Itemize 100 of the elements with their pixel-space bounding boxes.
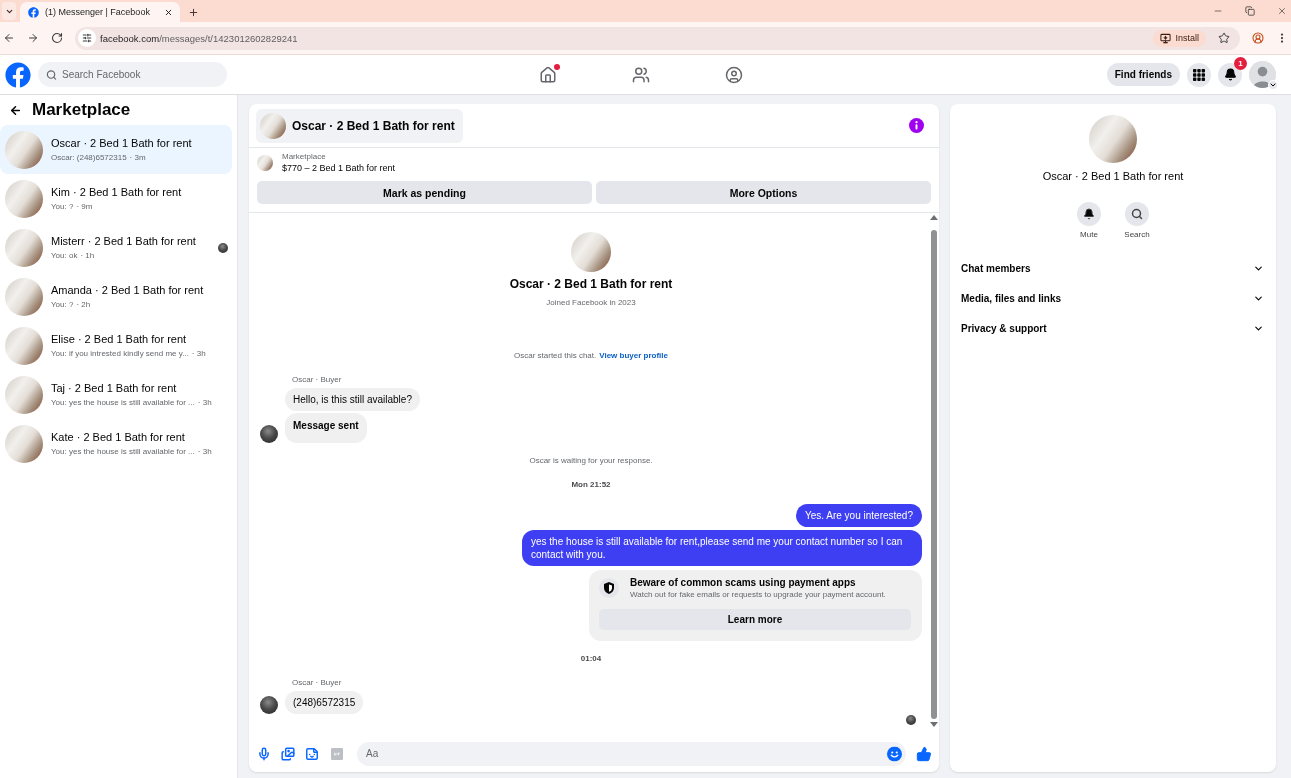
sidebar-title: Marketplace [32, 100, 131, 120]
message-preview: You: ok [51, 249, 78, 262]
message-timestamp: Mon 21:52 [571, 479, 611, 491]
monitor-download-icon [1160, 32, 1172, 44]
listing-photo [5, 326, 43, 365]
search-button[interactable]: Search [1113, 202, 1161, 240]
chat-name: Kate · 2 Bed 1 Bath for rent [51, 429, 185, 444]
message-input[interactable]: Aa [357, 741, 906, 766]
microphone-icon[interactable] [257, 746, 271, 761]
joined-text: Joined Facebook in 2023 [546, 297, 636, 309]
bell-icon [1223, 68, 1237, 81]
chat-name: Amanda · 2 Bed 1 Bath for rent [51, 282, 204, 297]
thumbs-up-icon[interactable] [916, 745, 932, 762]
message-timestamp: 01:04 [580, 653, 602, 665]
photo-icon[interactable] [281, 746, 295, 761]
chevron-down-icon[interactable] [1268, 80, 1278, 90]
menu-button[interactable] [1187, 62, 1211, 87]
shield-icon [599, 578, 619, 598]
notice-title: Beware of common scams using payment apps [630, 576, 856, 589]
message-time: · 3h [191, 347, 206, 360]
chat-list-item[interactable]: Kate · 2 Bed 1 Bath for rent You: yes the house is still available for ... · 3h [0, 419, 232, 468]
plus-icon[interactable] [188, 6, 199, 18]
close-icon[interactable] [164, 7, 173, 17]
sender-label: Oscar · Buyer [292, 374, 342, 386]
listing-photo [5, 228, 43, 267]
listing-photo [571, 232, 611, 272]
message-time: · 1h [80, 249, 95, 262]
find-friends-button[interactable]: Find friends [1106, 63, 1180, 86]
more-options-button[interactable]: More Options [596, 181, 931, 204]
sender-label: Oscar · Buyer [292, 677, 342, 689]
notifications-button[interactable] [1218, 62, 1242, 87]
profile-icon[interactable] [1252, 32, 1264, 44]
incoming-message: (248)6572315 [285, 691, 364, 714]
listing-photo [1089, 115, 1137, 163]
listing-photo [5, 424, 43, 463]
message-preview: Oscar: (248)6572315 [51, 151, 127, 164]
chat-notice: Oscar is waiting for your response. [529, 455, 653, 467]
listing-photo [5, 277, 43, 316]
accordion-row[interactable]: Privacy & support [950, 313, 1276, 343]
message-time: · 9m [76, 200, 93, 213]
facebook-favicon-icon [28, 6, 39, 18]
install-button[interactable]: Install [1153, 29, 1206, 47]
chat-list-item[interactable]: Taj · 2 Bed 1 Bath for rent You: yes the house is still available for ... · 3h [0, 370, 232, 419]
sliders-icon[interactable] [78, 29, 96, 47]
search-field[interactable]: Search Facebook [38, 62, 227, 87]
details-name: Oscar · 2 Bed 1 Bath for rent [1042, 169, 1184, 183]
incoming-message: Message sent [285, 413, 367, 443]
friends-icon[interactable] [631, 65, 650, 84]
chat-list-item[interactable]: Oscar · 2 Bed 1 Bath for rent Oscar: (248)6572315 · 3m [0, 125, 232, 174]
chat-title-button[interactable]: Oscar · 2 Bed 1 Bath for rent [256, 108, 463, 143]
message-time: · 3m [129, 151, 146, 164]
accordion-row[interactable]: Media, files and links [950, 283, 1276, 313]
listing-title: $770 – 2 Bed 1 Bath for rent [282, 162, 396, 174]
url-text: facebook.com/messages/t/1423012602829241 [100, 32, 299, 44]
listing-photo [260, 112, 286, 139]
profile-name: Oscar · 2 Bed 1 Bath for rent [509, 276, 673, 292]
learn-more-button[interactable]: Learn more [599, 609, 911, 630]
chat-list-item[interactable]: Amanda · 2 Bed 1 Bath for rent You: ? · 2h [0, 272, 232, 321]
view-profile-link[interactable]: View buyer profile [599, 351, 668, 360]
emoji-icon[interactable] [887, 746, 902, 761]
incoming-message: Hello, is this still available? [285, 388, 420, 411]
back-arrow-icon[interactable] [9, 103, 22, 117]
scroll-down-icon[interactable] [930, 722, 938, 727]
reload-icon[interactable] [51, 32, 63, 44]
forward-arrow-icon[interactable] [27, 32, 39, 44]
listing-photo [257, 154, 273, 171]
message-time: · 3h [197, 396, 212, 409]
message-preview: You: ? [51, 298, 74, 311]
mark-pending-button[interactable]: Mark as pending [257, 181, 592, 204]
scrollbar-thumb[interactable] [931, 230, 937, 719]
user-circle-icon[interactable] [724, 65, 743, 84]
chat-name: Misterr · 2 Bed 1 Bath for rent [51, 233, 196, 248]
info-icon[interactable] [909, 118, 924, 133]
chat-list-item[interactable]: Elise · 2 Bed 1 Bath for rent You: if you intrested kindly send me y... · 3h [0, 321, 232, 370]
chat-list-item[interactable]: Kim · 2 Bed 1 Bath for rent You: ? · 9m [0, 174, 232, 223]
grid-icon [1193, 68, 1205, 81]
mute-button[interactable]: Mute [1065, 202, 1113, 240]
chat-name: Taj · 2 Bed 1 Bath for rent [51, 380, 177, 395]
message-preview: You: yes the house is still available for ... [51, 396, 195, 409]
browser-tab[interactable]: (1) Messenger | Facebook [20, 2, 180, 22]
avatar [260, 425, 278, 443]
listing-photo [5, 375, 43, 414]
message-time: · 3h [197, 445, 212, 458]
restore-icon[interactable] [1245, 6, 1255, 16]
message-preview: You: if you intrested kindly send me y... [51, 347, 189, 360]
chat-notice: Oscar started this chat. View buyer profile [514, 350, 668, 362]
facebook-logo-icon[interactable] [5, 61, 31, 88]
scroll-up-icon[interactable] [930, 215, 938, 220]
star-icon[interactable] [1218, 32, 1230, 44]
accordion-row[interactable]: Chat members [950, 253, 1276, 283]
home-icon[interactable] [538, 65, 557, 84]
search-icon [1125, 202, 1149, 226]
message-preview: You: yes the house is still available for ... [51, 445, 195, 458]
sticker-icon[interactable] [305, 746, 319, 761]
chat-list-item[interactable]: Misterr · 2 Bed 1 Bath for rent You: ok · 1h [0, 223, 232, 272]
bell-icon [1077, 202, 1101, 226]
search-icon [46, 69, 57, 80]
address-bar[interactable]: facebook.com/messages/t/1423012602829241 Install [75, 26, 1240, 50]
avatar [260, 696, 278, 714]
listing-photo [5, 130, 43, 169]
